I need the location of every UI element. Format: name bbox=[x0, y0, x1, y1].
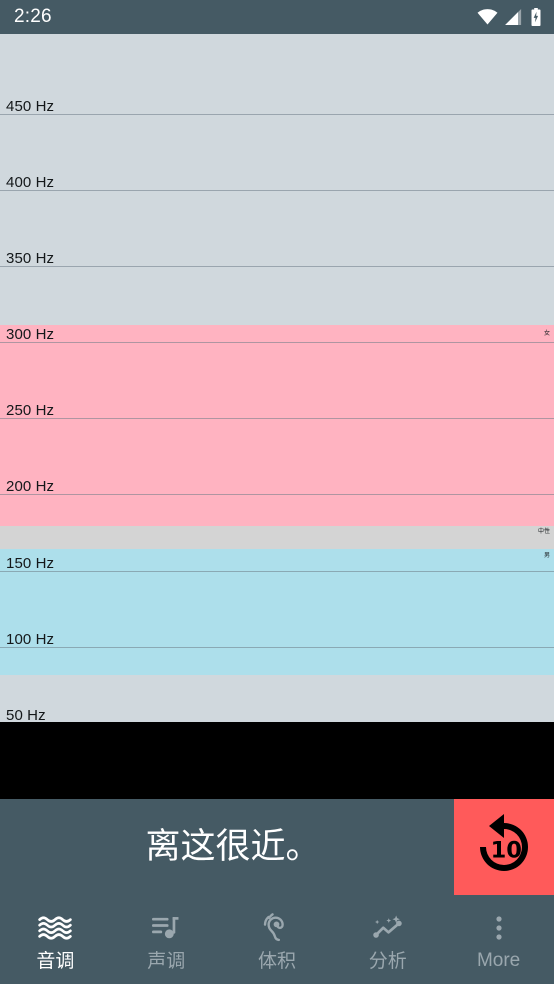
nav-label-pitch: 音调 bbox=[36, 950, 75, 972]
nav-item-volume[interactable]: 体积 bbox=[222, 895, 333, 984]
female-range-band bbox=[0, 325, 554, 526]
nav-item-more[interactable]: More bbox=[443, 895, 554, 984]
gridline bbox=[0, 494, 554, 495]
axis-tick-label: 150 Hz bbox=[6, 555, 55, 572]
nav-item-analysis[interactable]: 分析 bbox=[332, 895, 443, 984]
wifi-icon bbox=[477, 9, 498, 25]
bottom-navigation: 音调 声调 体积 分析 More bbox=[0, 895, 554, 984]
nav-label-more: More bbox=[476, 950, 521, 971]
nav-label-volume: 体积 bbox=[257, 950, 296, 972]
feedback-message: 离这很近。 bbox=[145, 827, 321, 867]
replay-10-icon: 10 bbox=[480, 814, 528, 871]
nav-label-tone: 声调 bbox=[147, 950, 186, 972]
gridline bbox=[0, 571, 554, 572]
nav-item-tone[interactable]: 声调 bbox=[111, 895, 222, 984]
gridline bbox=[0, 342, 554, 343]
battery-charging-icon bbox=[530, 8, 542, 26]
nav-item-pitch[interactable]: 音调 bbox=[0, 895, 111, 984]
replay-10-button[interactable]: 10 bbox=[454, 799, 554, 895]
status-icon-group bbox=[477, 8, 542, 26]
waves-icon bbox=[38, 911, 73, 945]
male-range-marker: 男 bbox=[543, 552, 550, 559]
axis-tick-label: 400 Hz bbox=[6, 174, 55, 191]
replay-seconds-label: 10 bbox=[491, 838, 522, 864]
axis-tick-label: 200 Hz bbox=[6, 478, 55, 495]
pitch-chart[interactable]: 450 Hz 400 Hz 350 Hz 300 Hz 250 Hz 200 H… bbox=[0, 34, 554, 722]
spectrogram-strip bbox=[0, 722, 554, 799]
message-bar: 离这很近。 10 bbox=[0, 799, 554, 895]
cell-signal-icon bbox=[505, 9, 523, 25]
androgynous-range-band bbox=[0, 526, 554, 549]
queue-music-icon bbox=[150, 911, 182, 945]
gridline bbox=[0, 647, 554, 648]
nav-label-analysis: 分析 bbox=[368, 950, 407, 972]
axis-tick-label: 50 Hz bbox=[6, 707, 46, 722]
axis-tick-label: 300 Hz bbox=[6, 326, 55, 343]
gridline bbox=[0, 266, 554, 267]
status-bar: 2:26 bbox=[0, 0, 554, 34]
female-range-marker: 女 bbox=[543, 330, 550, 337]
axis-tick-label: 250 Hz bbox=[6, 402, 55, 419]
androgynous-range-marker: 中性 bbox=[537, 528, 550, 535]
axis-tick-label: 350 Hz bbox=[6, 250, 55, 267]
insights-icon bbox=[371, 911, 405, 945]
gridline bbox=[0, 114, 554, 115]
gridline bbox=[0, 190, 554, 191]
more-vert-icon bbox=[487, 911, 511, 945]
axis-tick-label: 450 Hz bbox=[6, 98, 55, 115]
gridline bbox=[0, 418, 554, 419]
axis-tick-label: 100 Hz bbox=[6, 631, 55, 648]
status-clock: 2:26 bbox=[14, 6, 52, 27]
hearing-icon bbox=[261, 911, 293, 945]
male-range-band bbox=[0, 549, 554, 675]
